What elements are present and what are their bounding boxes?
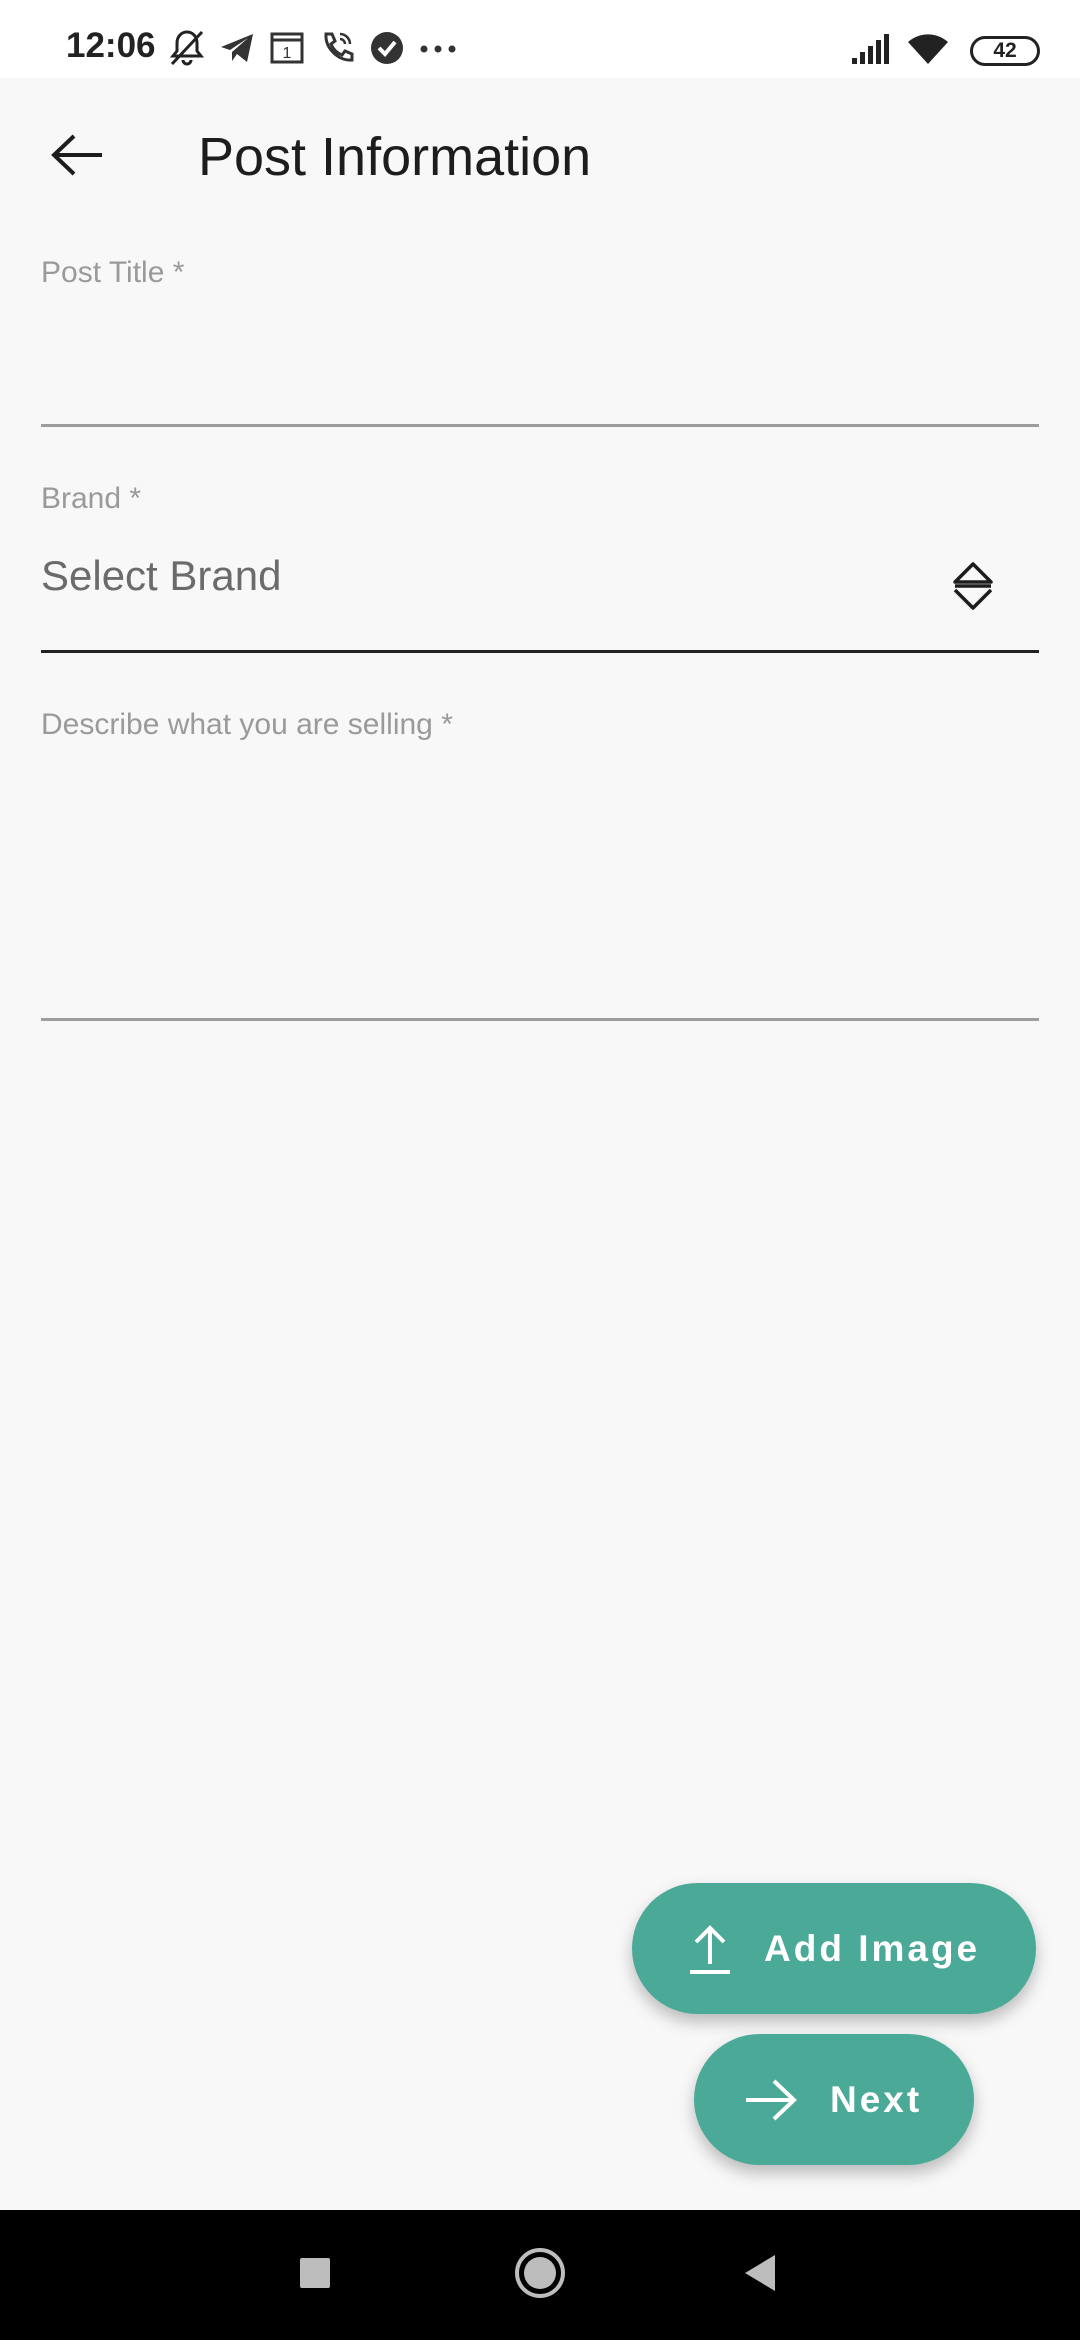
back-triangle-icon [741,2253,779,2298]
telegram-icon [218,28,256,73]
brand-select-value[interactable]: Select Brand [41,552,281,600]
next-label: Next [830,2078,923,2120]
brand-field[interactable]: Brand * Select Brand [41,482,1039,654]
home-circle-icon [513,2246,567,2305]
system-nav-bar [0,2210,1080,2340]
add-image-label: Add Image [764,1927,981,1969]
status-time: 12:06 [66,26,156,65]
recents-square-icon [298,2256,332,2295]
description-field[interactable]: Describe what you are selling * [41,708,1039,1024]
arrow-left-icon [50,133,106,182]
check-circle-icon [368,28,406,73]
post-title-underline [41,424,1039,427]
more-dots-icon [418,28,458,73]
back-nav-button[interactable] [700,2210,820,2340]
description-label: Describe what you are selling * [41,708,453,741]
next-button[interactable]: Next [694,2034,974,2165]
arrow-right-icon [744,2078,798,2122]
recents-button[interactable] [255,2210,375,2340]
description-underline [41,1018,1039,1021]
signal-icon [850,32,894,71]
post-title-field[interactable]: Post Title * [41,256,1039,428]
brand-underline [41,650,1039,653]
status-bar: 12:06 1 42 [0,0,1080,78]
home-button[interactable] [480,2210,600,2340]
battery-icon: 42 [970,36,1040,66]
page-title: Post Information [198,127,592,187]
bell-muted-icon [168,28,206,73]
status-icons-right: 42 [850,28,1040,68]
unfold-icon[interactable] [951,560,995,617]
brand-label: Brand * [41,482,142,515]
calendar-day: 1 [283,45,292,62]
app-bar: Post Information [0,78,1080,238]
upload-icon [688,1922,732,1976]
phone-call-icon [318,28,356,73]
add-image-button[interactable]: Add Image [632,1883,1036,2014]
wifi-icon [906,30,950,71]
calendar-icon: 1 [268,28,306,73]
post-title-label: Post Title * [41,256,185,289]
back-button[interactable] [36,122,120,192]
